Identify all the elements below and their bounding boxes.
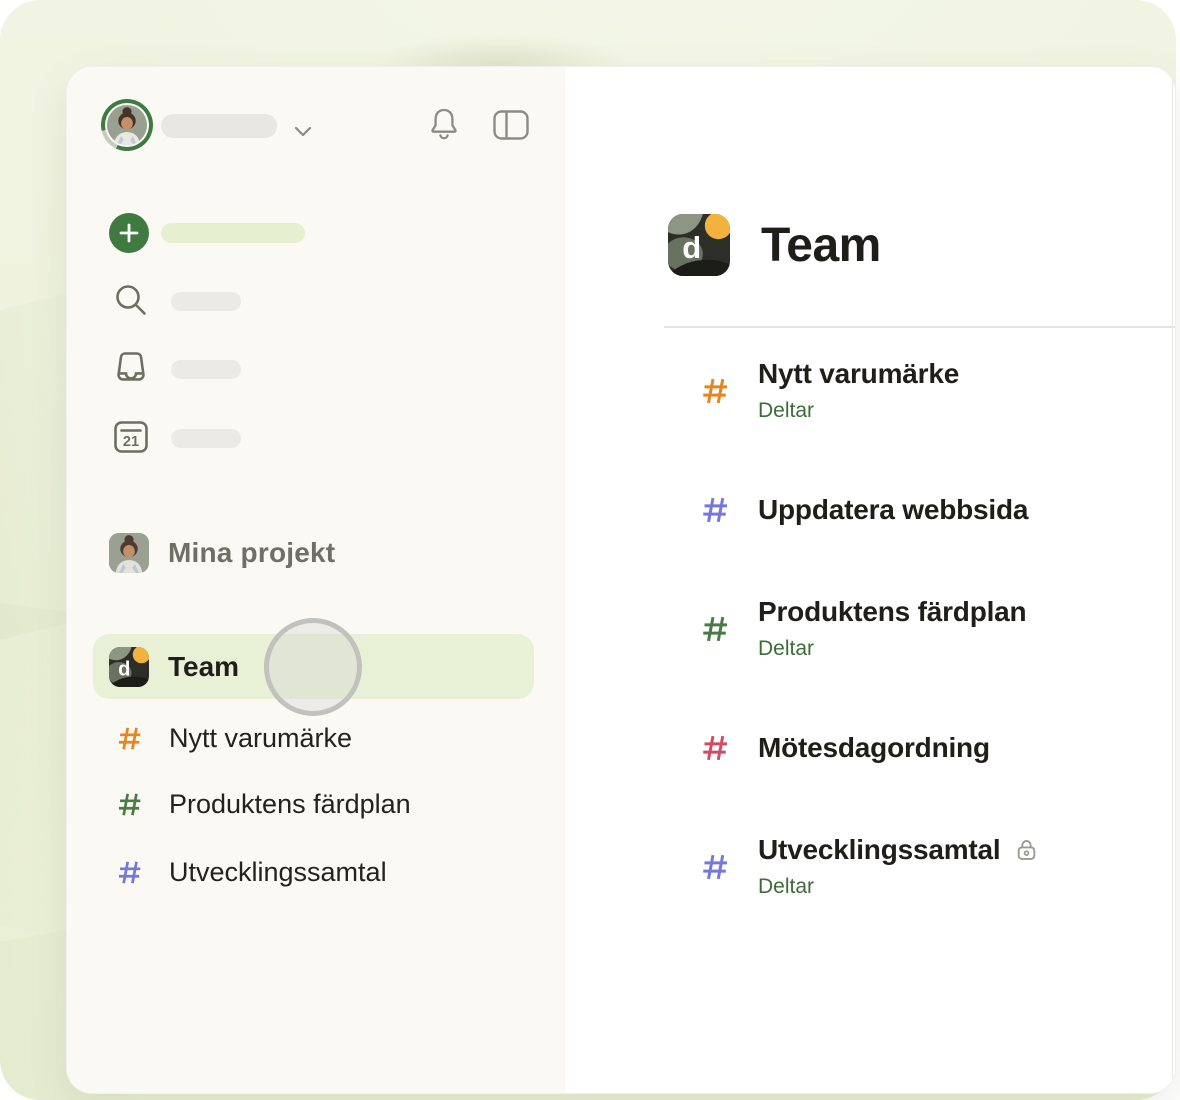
channel-status: Deltar (758, 637, 1026, 661)
inbox-icon[interactable] (111, 348, 151, 388)
team-logo-d (109, 647, 149, 687)
user-photo (109, 533, 149, 573)
sidebar-section-my-projects[interactable]: Mina projekt (109, 533, 335, 573)
account-name-placeholder (161, 114, 277, 138)
hash-icon (116, 725, 143, 752)
my-projects-avatar (109, 533, 149, 573)
channel-title: Nytt varumärke (758, 358, 959, 390)
sidebar: 21 Mina projekt Team Nytt varumärke Prod… (67, 67, 565, 1093)
add-project-placeholder (161, 223, 305, 243)
avatar-ring-gap (105, 103, 149, 147)
channel-title: Mötesdagordning (758, 732, 990, 764)
hash-icon (116, 791, 143, 818)
bell-icon[interactable] (428, 106, 460, 142)
main-panel: Team Nytt varumärke Deltar Uppdatera web… (565, 67, 1176, 1093)
hash-icon (700, 614, 730, 644)
hash-icon (700, 733, 730, 763)
channel-list: Nytt varumärke Deltar Uppdatera webbsida (565, 331, 1176, 926)
channel-texts: Nytt varumärke Deltar (758, 358, 959, 423)
channel-row[interactable]: Nytt varumärke Deltar (565, 331, 1176, 450)
channel-row[interactable]: Uppdatera webbsida (565, 450, 1176, 569)
search-placeholder (171, 292, 241, 311)
user-photo (107, 105, 147, 145)
calendar-day-number: 21 (123, 434, 139, 450)
channel-label: Utvecklingssamtal (169, 857, 387, 888)
channel-texts: Utvecklingssamtal Deltar (758, 834, 1039, 899)
channel-title: Produktens färdplan (758, 596, 1026, 628)
channel-status: Deltar (758, 875, 1039, 899)
team-header: Team (668, 214, 881, 276)
search-icon[interactable] (111, 280, 151, 320)
channel-status: Deltar (758, 399, 959, 423)
calendar-placeholder (171, 429, 241, 448)
inbox-placeholder (171, 360, 241, 379)
user-avatar[interactable] (101, 99, 153, 151)
hash-icon (700, 376, 730, 406)
hash-icon (116, 859, 143, 886)
channel-row[interactable]: Produktens färdplan Deltar (565, 569, 1176, 688)
hash-icon (700, 852, 730, 882)
panel-toggle-icon[interactable] (492, 109, 530, 141)
plus-icon (118, 222, 140, 244)
channel-row[interactable]: Utvecklingssamtal Deltar (565, 807, 1176, 926)
channel-texts: Mötesdagordning (758, 732, 990, 764)
header-divider (664, 326, 1176, 328)
channel-texts: Produktens färdplan Deltar (758, 596, 1026, 661)
channel-title: Uppdatera webbsida (758, 494, 1028, 526)
channel-title: Utvecklingssamtal (758, 834, 1001, 866)
chevron-down-icon[interactable] (291, 119, 315, 143)
sidebar-channel-item[interactable]: Nytt varumärke (67, 712, 565, 764)
lock-icon (1014, 837, 1039, 862)
add-project-button[interactable] (109, 213, 149, 253)
my-projects-label: Mina projekt (168, 537, 335, 569)
window-edge-line (1172, 67, 1173, 1093)
sidebar-channel-item[interactable]: Utvecklingssamtal (67, 846, 565, 898)
channel-label: Produktens färdplan (169, 789, 411, 820)
page-title: Team (761, 218, 881, 273)
channel-label: Nytt varumärke (169, 723, 352, 754)
channel-texts: Uppdatera webbsida (758, 494, 1028, 526)
calendar-icon[interactable]: 21 (111, 417, 151, 457)
team-logo-d (668, 214, 730, 276)
sidebar-channel-item[interactable]: Produktens färdplan (67, 778, 565, 830)
hash-icon (700, 495, 730, 525)
channel-row[interactable]: Mötesdagordning (565, 688, 1176, 807)
app-window: 21 Mina projekt Team Nytt varumärke Prod… (66, 66, 1176, 1094)
sidebar-team-label: Team (168, 651, 239, 683)
sidebar-item-team[interactable]: Team (93, 634, 534, 699)
